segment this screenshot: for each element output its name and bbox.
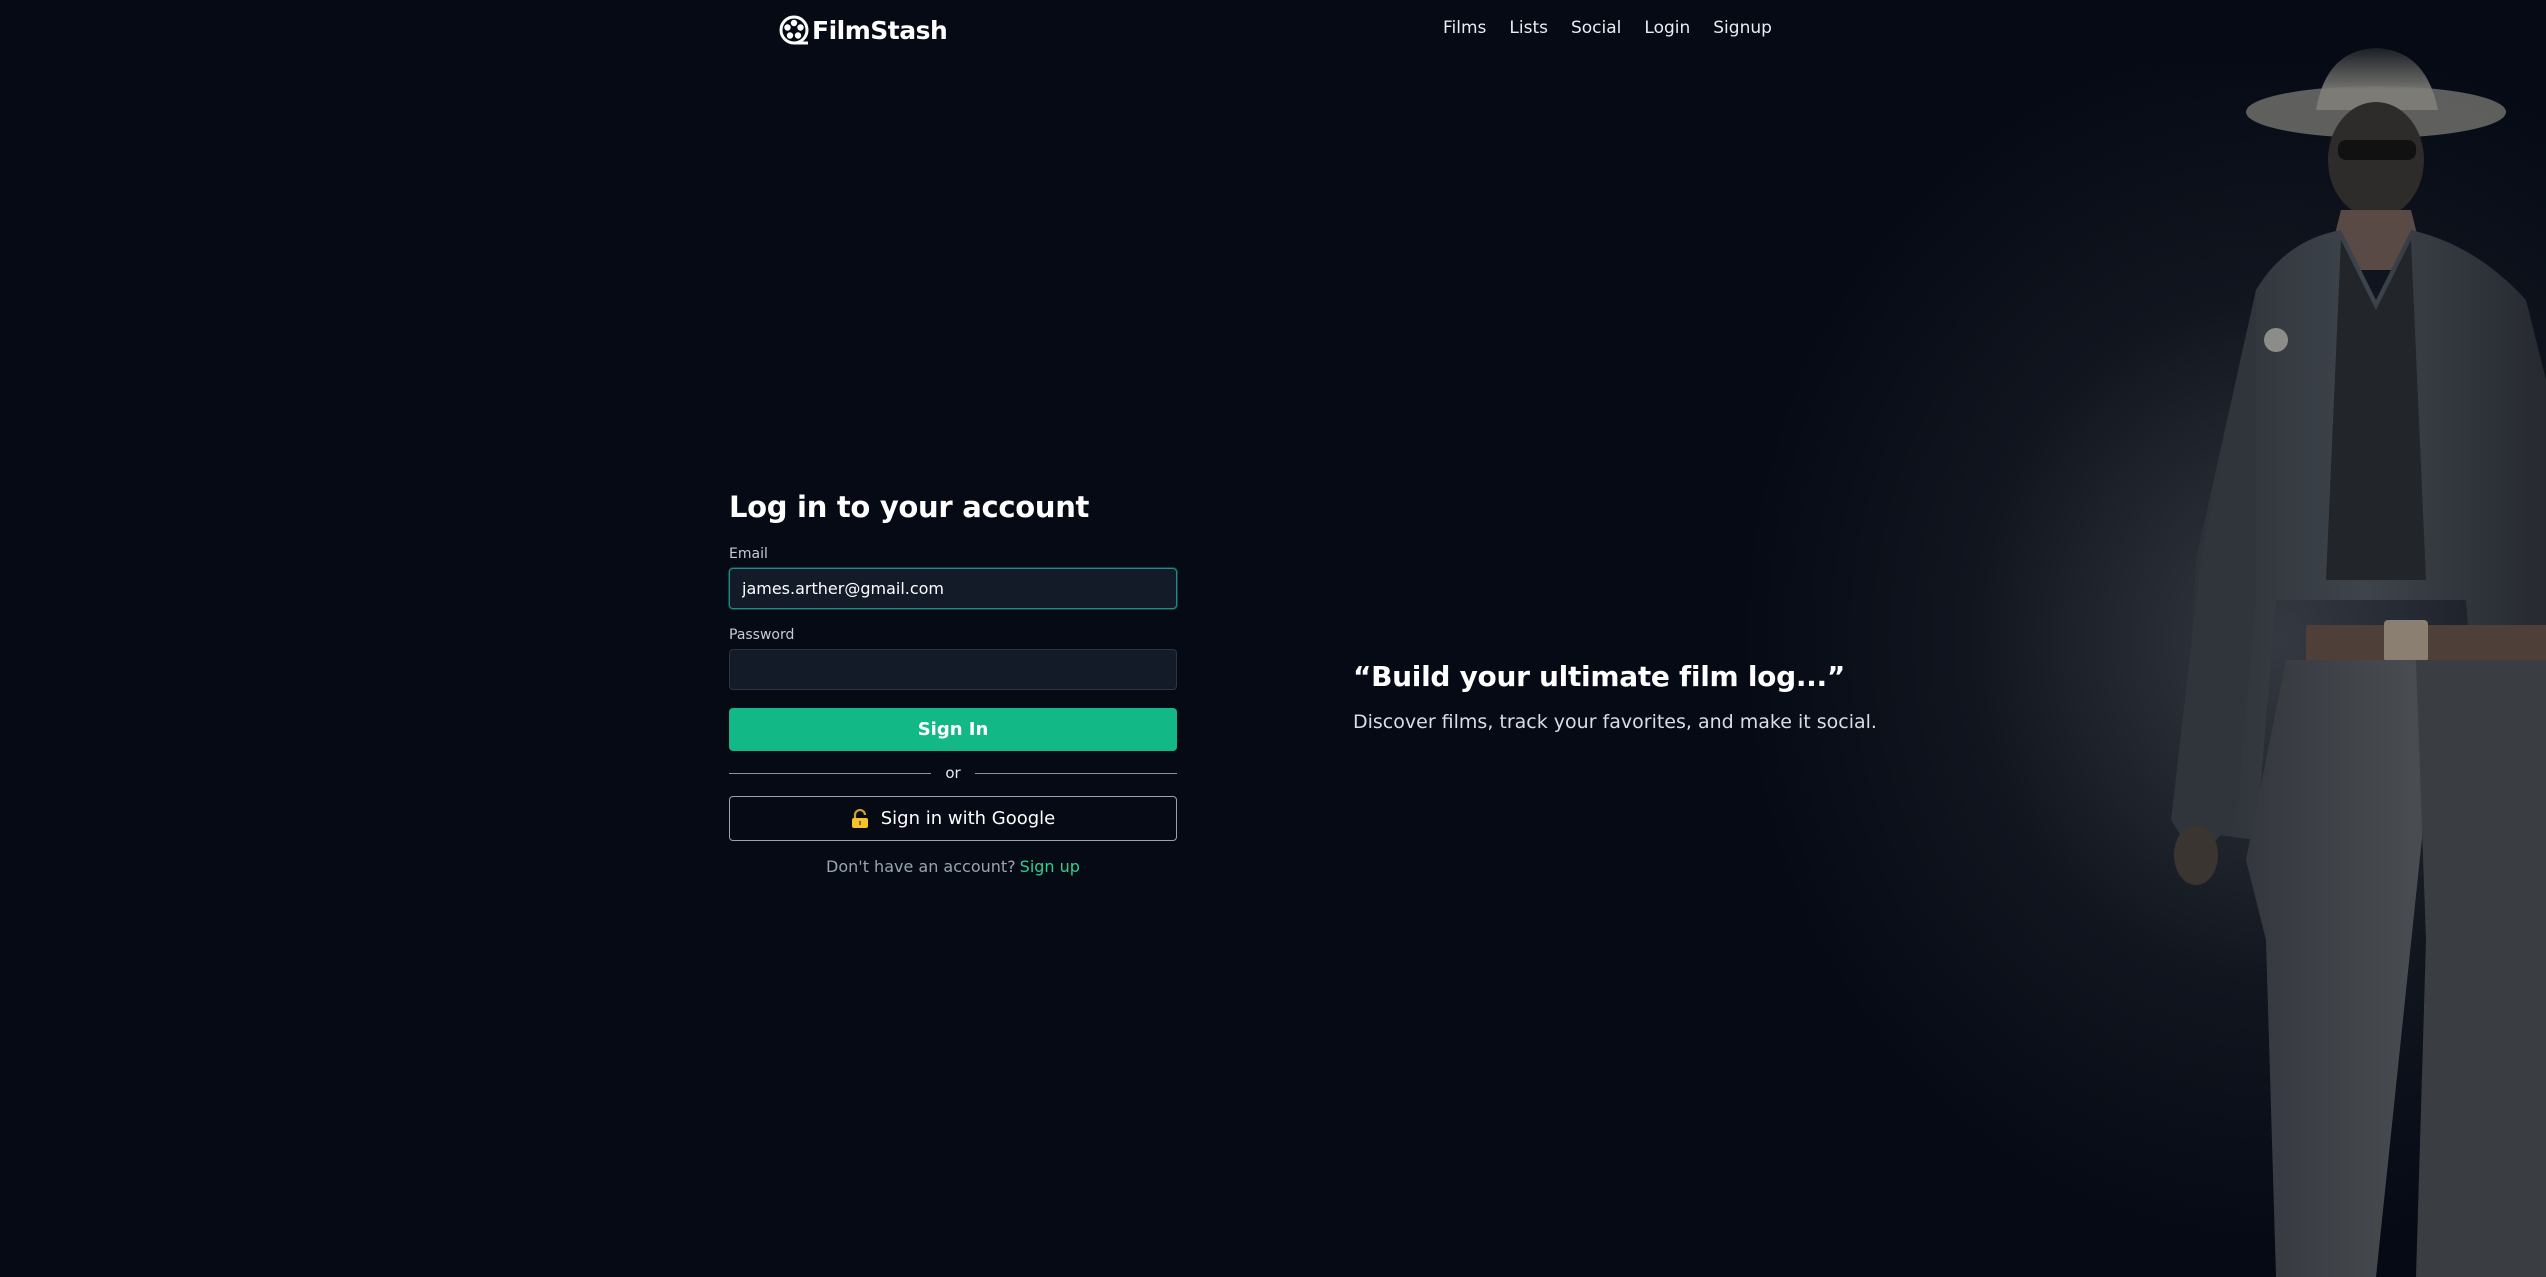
sign-in-button[interactable]: Sign In [729,708,1177,751]
divider-line-right [974,772,1178,774]
lock-icon [851,808,869,829]
email-field[interactable] [729,568,1177,609]
nav-link-login[interactable]: Login [1644,18,1690,38]
hero-text: “Build your ultimate film log...” Discov… [1353,660,1877,733]
divider-line-left [729,772,932,774]
login-page: FilmStash Films Lists Social Login Signu… [0,0,2546,1277]
hero-figure-image [2171,48,2546,1277]
hero-quote: “Build your ultimate film log...” [1353,660,1845,693]
nav-link-social[interactable]: Social [1571,18,1621,38]
nav-links: Films Lists Social Login Signup [1443,18,1795,38]
login-form: Log in to your account Email Password Si… [729,490,1178,876]
nav-link-lists[interactable]: Lists [1509,18,1548,38]
or-divider: or [729,763,1178,783]
logo-text: FilmStash [812,15,948,45]
email-label: Email [729,546,768,562]
navbar: FilmStash Films Lists Social Login Signu… [0,0,2546,60]
signup-prompt: Don't have an account? Sign up [729,857,1177,876]
divider-text: or [945,764,961,782]
password-field-group: Password [729,627,1177,690]
password-field[interactable] [729,649,1177,690]
hero-subtitle: Discover films, track your favorites, an… [1353,711,1877,733]
password-label: Password [729,627,795,643]
form-title: Log in to your account [729,490,1090,524]
sign-up-link[interactable]: Sign up [1020,857,1080,876]
email-field-group: Email [729,546,1177,609]
nav-link-films[interactable]: Films [1443,18,1486,38]
nav-link-signup[interactable]: Signup [1713,18,1772,38]
no-account-text: Don't have an account? [826,857,1016,876]
google-sign-in-label: Sign in with Google [880,808,1056,829]
film-reel-icon [779,15,809,45]
google-sign-in-button[interactable]: Sign in with Google [729,796,1177,841]
logo[interactable]: FilmStash [778,14,948,46]
